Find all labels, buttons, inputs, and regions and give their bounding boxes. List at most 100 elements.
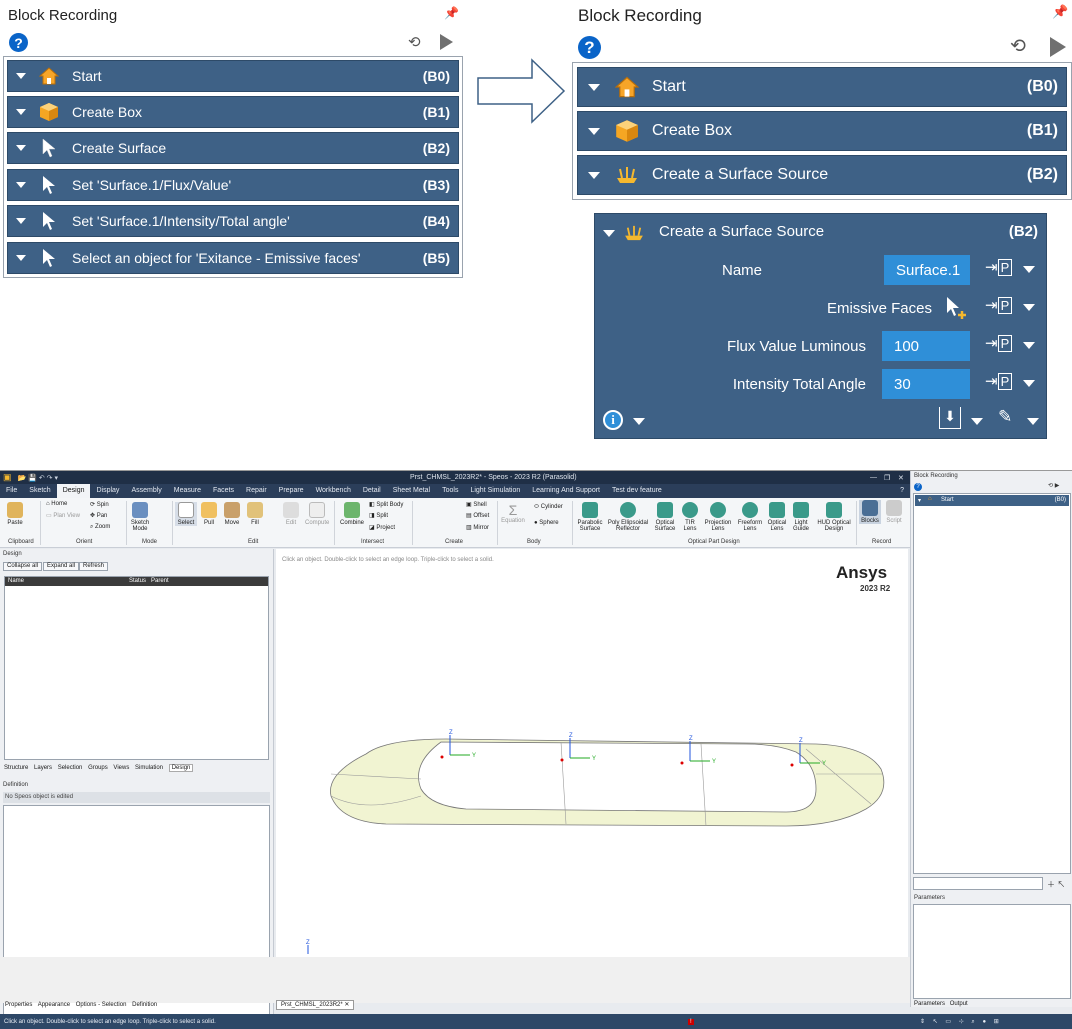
tab-options-selection[interactable]: Options - Selection (76, 1002, 127, 1008)
move-button[interactable]: Move (222, 502, 242, 526)
menu-measure[interactable]: Measure (168, 484, 207, 498)
restore-button[interactable]: ❐ (884, 474, 890, 482)
split-button[interactable]: ◨ Split (369, 512, 388, 519)
menu-test-dev[interactable]: Test dev feature (606, 484, 668, 498)
blocks-button[interactable]: Blocks (859, 500, 881, 524)
menu-display[interactable]: Display (90, 484, 125, 498)
pan-button[interactable]: ✥ Pan (90, 512, 107, 519)
tab-structure[interactable]: Structure (4, 765, 28, 771)
tir-lens-button[interactable]: TIR Lens (680, 502, 700, 532)
tab-layers[interactable]: Layers (34, 765, 52, 771)
menu-learning[interactable]: Learning And Support (526, 484, 606, 498)
select-tool-button[interactable]: Select (175, 502, 197, 526)
mirror-button[interactable]: ▥ Mirror (466, 524, 489, 531)
chevron-down-icon[interactable] (588, 127, 600, 135)
parameterize-button[interactable]: ⇥ P (985, 372, 1013, 390)
flux-value-field[interactable]: 100 (882, 331, 970, 361)
block-row-b3[interactable]: Set 'Surface.1/Flux/Value' (B3) (7, 169, 459, 201)
tab-design[interactable]: Design (168, 764, 194, 772)
play-icon[interactable] (1050, 37, 1066, 57)
project-button[interactable]: ◪ Project (369, 524, 395, 531)
help-icon[interactable]: ? (914, 483, 922, 491)
chevron-down-icon[interactable] (16, 218, 26, 224)
replay-loop-icon[interactable]: ⟲ (1010, 35, 1026, 58)
select-faces-cursor-icon[interactable] (945, 296, 969, 324)
quick-access-icons[interactable]: 📂 💾 ↶ ↷ ▾ (18, 474, 58, 482)
combine-button[interactable]: Combine (339, 502, 365, 526)
chevron-down-icon[interactable] (603, 230, 615, 237)
chevron-down-icon[interactable] (16, 73, 26, 79)
error-indicator-icon[interactable]: ! (688, 1018, 694, 1025)
poly-ellipsoidal-button[interactable]: Poly Ellipsoidal Reflector (606, 502, 650, 532)
script-button[interactable]: Script (884, 500, 904, 524)
tab-selection[interactable]: Selection (58, 765, 83, 771)
split-body-button[interactable]: ◧ Split Body (369, 501, 403, 508)
tab-groups[interactable]: Groups (88, 765, 108, 771)
menu-design[interactable]: Design (56, 484, 91, 498)
block-row-b1[interactable]: Create Box (B1) (577, 111, 1067, 151)
chevron-down-icon[interactable] (633, 418, 645, 425)
block-row-b1[interactable]: Create Box (B1) (7, 96, 459, 128)
pencil-icon[interactable]: ✎ (998, 407, 1012, 427)
parameterize-button[interactable]: ⇥ P (985, 258, 1013, 276)
expand-all-button[interactable]: Expand all (43, 562, 80, 571)
block-row-b2[interactable]: Create a Surface Source (B2) (577, 155, 1067, 195)
block-row-b5[interactable]: Select an object for 'Exitance - Emissiv… (7, 242, 459, 274)
refresh-button[interactable]: Refresh (79, 562, 109, 571)
help-icon[interactable]: ? (578, 36, 601, 59)
minimize-button[interactable]: — (870, 474, 877, 481)
chevron-down-icon[interactable] (16, 145, 26, 151)
chevron-down-icon[interactable] (16, 255, 26, 261)
tab-views[interactable]: Views (113, 765, 129, 771)
chevron-down-icon[interactable] (588, 171, 600, 179)
spin-button[interactable]: ⟳ Spin (90, 501, 109, 508)
equation-button[interactable]: Σ Equation (500, 502, 526, 524)
chevron-down-icon[interactable] (16, 182, 26, 188)
chevron-down-icon[interactable] (588, 83, 600, 91)
parameterize-button[interactable]: ⇥ P (985, 296, 1013, 314)
edit-button[interactable]: Edit (282, 502, 300, 526)
freeform-lens-button[interactable]: Freeform Lens (736, 502, 764, 532)
block-row-b4[interactable]: Set 'Surface.1/Intensity/Total angle' (B… (7, 205, 459, 237)
collapse-all-button[interactable]: Collapse all (3, 562, 43, 571)
pull-button[interactable]: Pull (200, 502, 218, 526)
tab-simulation[interactable]: Simulation (135, 765, 163, 771)
menu-tools[interactable]: Tools (436, 484, 464, 498)
optical-lens-button[interactable]: Optical Lens (766, 502, 788, 532)
sphere-button[interactable]: ● Sphere (534, 520, 559, 526)
replay-loop-icon[interactable]: ⟲ (408, 33, 421, 51)
block-row-b2[interactable]: Create Surface (B2) (7, 132, 459, 164)
document-tab[interactable]: Prst_CHMSL_2023R2* ✕ (276, 1000, 355, 1010)
chevron-down-icon[interactable] (1027, 418, 1039, 425)
close-button[interactable]: ✕ (898, 474, 904, 482)
menu-sheet-metal[interactable]: Sheet Metal (387, 484, 436, 498)
hud-optical-design-button[interactable]: HUD Optical Design (815, 502, 853, 532)
chevron-down-icon[interactable] (1023, 304, 1035, 311)
shell-button[interactable]: ▣ Shell (466, 501, 487, 508)
menu-repair[interactable]: Repair (240, 484, 273, 498)
sketch-mode-button[interactable]: Sketch Mode (130, 502, 150, 532)
add-icons[interactable]: ＋ ↖ (1047, 879, 1065, 890)
name-field[interactable]: Surface.1 (884, 255, 970, 285)
block-row-b0[interactable]: Start (B0) (577, 67, 1067, 107)
chevron-down-icon[interactable] (1023, 380, 1035, 387)
offset-button[interactable]: ▤ Offset (466, 512, 489, 519)
menu-detail[interactable]: Detail (357, 484, 387, 498)
tab-definition[interactable]: Definition (132, 1002, 157, 1008)
side-input[interactable] (913, 877, 1043, 890)
chevron-down-icon[interactable] (971, 418, 983, 425)
replay-play-icons[interactable]: ⟲ ▶ (1048, 482, 1059, 489)
menu-file[interactable]: File (0, 484, 23, 498)
status-tools-icons[interactable]: ⇕ ↖ ▭ ⊹ ⌕ ● ⊞ (920, 1018, 1002, 1026)
tab-output[interactable]: Output (950, 1001, 968, 1007)
column-parent[interactable]: Parent (151, 578, 169, 584)
play-icon[interactable] (440, 34, 453, 50)
compute-button[interactable]: Compute (305, 502, 329, 526)
intensity-angle-field[interactable]: 30 (882, 369, 970, 399)
parameterize-button[interactable]: ⇥ P (985, 334, 1013, 352)
home-view-button[interactable]: ⌂ Home (46, 501, 67, 507)
column-name[interactable]: Name (8, 578, 24, 584)
paste-button[interactable]: Paste (4, 502, 26, 526)
plan-view-button[interactable]: ▭ Plan View (46, 512, 80, 519)
block-row-b0[interactable]: ▾ ⌂ Start (B0) (915, 495, 1069, 506)
